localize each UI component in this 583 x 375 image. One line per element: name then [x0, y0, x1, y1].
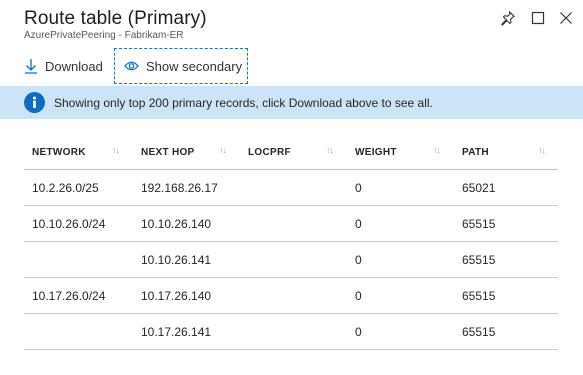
close-button[interactable]: [556, 8, 576, 28]
cell-next-hop: 192.168.26.17: [141, 181, 218, 195]
cell-weight: 0: [355, 325, 362, 339]
cell-weight: 0: [355, 253, 362, 267]
download-label: Download: [45, 58, 103, 74]
cell-network: 10.17.26.0/24: [32, 289, 106, 303]
cell-weight: 0: [355, 289, 362, 303]
route-table: NETWORK ↑↓ NEXT HOP ↑↓ LOCPRF ↑↓ WEIGHT …: [24, 134, 558, 350]
sort-arrows-icon[interactable]: ↑↓: [219, 145, 227, 155]
cell-path: 65021: [462, 181, 496, 195]
close-icon: [560, 12, 572, 24]
sort-arrows-icon[interactable]: ↑↓: [433, 145, 441, 155]
cell-weight: 0: [355, 217, 362, 231]
column-header-locprf[interactable]: LOCPRF: [248, 134, 291, 170]
pin-button[interactable]: [498, 8, 518, 28]
column-header-next-hop[interactable]: NEXT HOP: [141, 134, 195, 170]
show-secondary-label: Show secondary: [146, 58, 243, 74]
table-row[interactable]: 10.17.26.141 0 65515: [24, 314, 558, 350]
sort-arrows-icon[interactable]: ↑↓: [112, 145, 120, 155]
table-row[interactable]: 10.2.26.0/25 192.168.26.17 0 65021: [24, 170, 558, 206]
cell-path: 65515: [462, 289, 496, 303]
cell-path: 65515: [462, 217, 496, 231]
cell-network: 10.10.26.0/24: [32, 217, 106, 231]
download-button[interactable]: Download: [24, 48, 103, 84]
table-row[interactable]: 10.17.26.0/24 10.17.26.140 0 65515: [24, 278, 558, 314]
cell-path: 65515: [462, 253, 496, 267]
cell-next-hop: 10.17.26.140: [141, 289, 212, 303]
info-message: Showing only top 200 primary records, cl…: [54, 95, 433, 110]
table-header-row: NETWORK ↑↓ NEXT HOP ↑↓ LOCPRF ↑↓ WEIGHT …: [24, 134, 558, 170]
cell-next-hop: 10.10.26.140: [141, 217, 212, 231]
maximize-button[interactable]: [528, 8, 548, 28]
sort-arrows-icon[interactable]: ↑↓: [326, 145, 334, 155]
info-banner: Showing only top 200 primary records, cl…: [0, 86, 583, 119]
column-header-weight[interactable]: WEIGHT: [355, 134, 397, 170]
sort-arrows-icon[interactable]: ↑↓: [538, 145, 546, 155]
table-row[interactable]: 10.10.26.0/24 10.10.26.140 0 65515: [24, 206, 558, 242]
maximize-icon: [531, 11, 545, 25]
cell-network: 10.2.26.0/25: [32, 181, 99, 195]
pin-icon: [501, 11, 515, 26]
cell-weight: 0: [355, 181, 362, 195]
column-header-path[interactable]: PATH: [462, 134, 489, 170]
command-bar: Download Show secondary: [0, 48, 583, 84]
eye-icon: [124, 61, 139, 71]
page-subtitle: AzurePrivatePeering - Fabrikam-ER: [24, 30, 184, 41]
show-secondary-button[interactable]: Show secondary: [114, 48, 248, 84]
cell-next-hop: 10.17.26.141: [141, 325, 212, 339]
download-icon: [25, 59, 37, 74]
cell-path: 65515: [462, 325, 496, 339]
table-row[interactable]: 10.10.26.141 0 65515: [24, 242, 558, 278]
page-title: Route table (Primary): [24, 8, 207, 29]
column-header-network[interactable]: NETWORK: [32, 134, 86, 170]
info-icon: [24, 92, 45, 113]
cell-next-hop: 10.10.26.141: [141, 253, 212, 267]
blade-header: Route table (Primary) AzurePrivatePeerin…: [0, 0, 583, 41]
